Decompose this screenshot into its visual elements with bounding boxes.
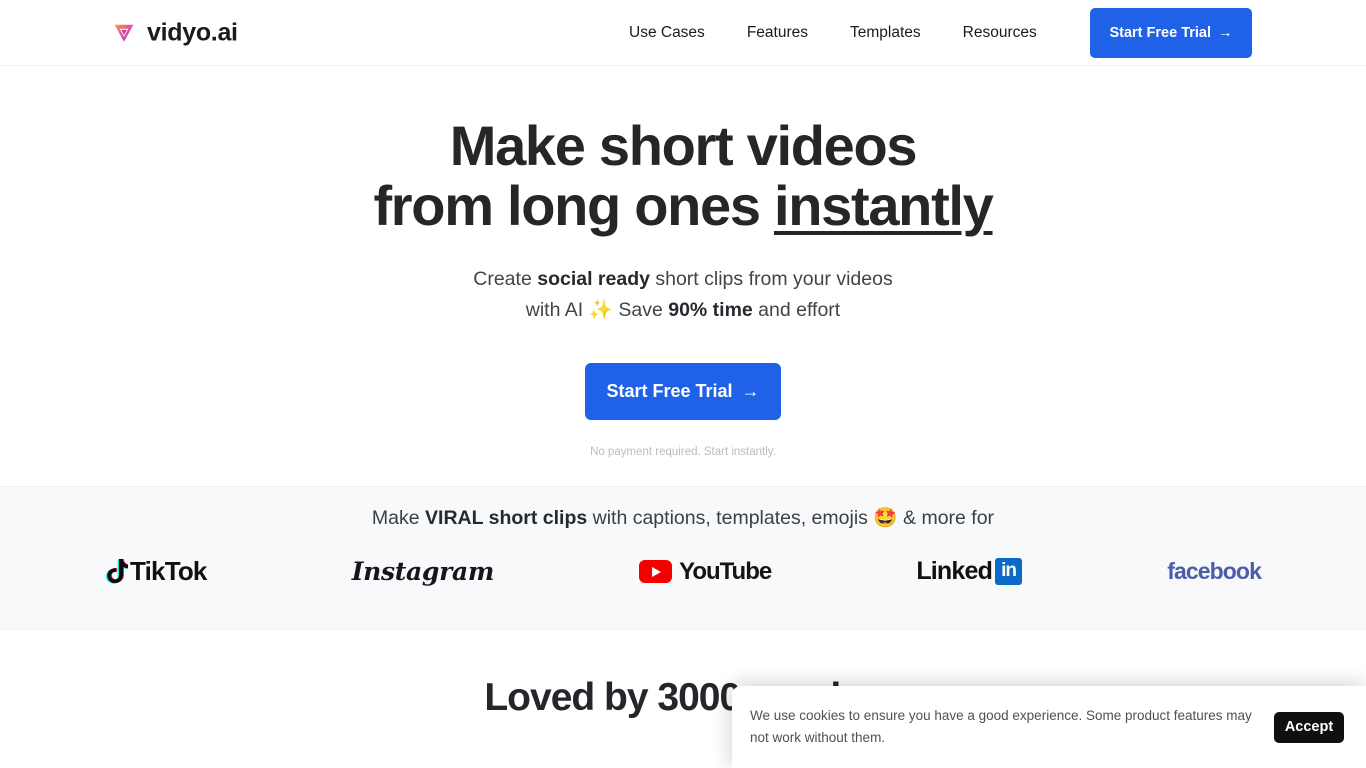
social-platforms-band: Make VIRAL short clips with captions, te… (0, 486, 1366, 630)
tiktok-note-icon (105, 558, 128, 584)
headline-line-1: Make short videos (449, 114, 918, 177)
cookie-accept-button[interactable]: Accept (1274, 711, 1344, 743)
main-nav: Use Cases Features Templates Resources (629, 24, 1037, 42)
band-text-1: Make (371, 507, 426, 529)
platform-logo-youtube: YouTube (639, 557, 772, 586)
no-payment-note: No payment required. Start instantly. (590, 446, 776, 459)
tiktok-logo: TikTok (105, 556, 207, 587)
nav-item-templates[interactable]: Templates (850, 24, 921, 42)
star-struck-emoji-icon: 🤩 (873, 507, 898, 529)
subhead-text-1: Create (473, 267, 538, 290)
band-title: Make VIRAL short clips with captions, te… (0, 506, 1366, 530)
hero-section: Make short videos from long ones instant… (0, 66, 1366, 486)
subhead-bold-social-ready: social ready (537, 267, 650, 290)
hero-subheadline: Create social ready short clips from you… (0, 264, 1366, 326)
headline-underlined-word: instantly (773, 173, 994, 237)
platform-logo-instagram: Instagram (351, 557, 495, 586)
subhead-text-4: Save (612, 298, 669, 321)
nav-item-use-cases[interactable]: Use Cases (629, 24, 705, 42)
subhead-text-5: and effort (752, 298, 841, 321)
site-header: vidyo.ai Use Cases Features Templates Re… (0, 0, 1366, 66)
sparkles-icon: ✨ (588, 298, 613, 321)
landing-page: vidyo.ai Use Cases Features Templates Re… (0, 0, 1366, 768)
headline-line-2-prefix: from long ones (373, 173, 774, 237)
band-text-2: with captions, templates, emojis (587, 507, 874, 529)
arrow-right-icon: → (1218, 24, 1233, 41)
cookie-message: We use cookies to ensure you have a good… (750, 708, 1252, 745)
arrow-right-icon: → (741, 381, 760, 402)
page-title: Make short videos from long ones instant… (0, 116, 1366, 236)
subhead-bold-90-percent: 90% time (668, 298, 753, 321)
platform-logo-tiktok: TikTok (105, 556, 207, 587)
band-text-3: & more for (897, 507, 995, 529)
instagram-label: Instagram (351, 557, 495, 586)
tiktok-label: TikTok (130, 556, 207, 586)
vidyo-triangle-logo-icon (114, 24, 134, 42)
cookie-consent-banner: We use cookies to ensure you have a good… (732, 686, 1366, 768)
linkedin-label: Linked (916, 557, 993, 585)
nav-item-resources[interactable]: Resources (963, 24, 1037, 42)
facebook-label: facebook (1167, 558, 1262, 584)
nav-item-features[interactable]: Features (747, 24, 808, 42)
platform-logo-row: TikTok Instagram YouTube Linked in faceb… (0, 556, 1366, 587)
header-start-free-trial-button[interactable]: Start Free Trial → (1090, 7, 1252, 58)
linkedin-in-badge-icon: in (995, 558, 1023, 585)
platform-logo-linkedin: Linked in (916, 557, 1023, 586)
header-cta-label: Start Free Trial (1109, 24, 1212, 41)
platform-logo-facebook: facebook (1167, 558, 1262, 585)
brand-logo-link[interactable]: vidyo.ai (112, 18, 238, 47)
linkedin-logo: Linked in (916, 557, 1023, 586)
hero-cta-label: Start Free Trial (606, 381, 733, 402)
youtube-play-badge-icon (639, 560, 673, 583)
youtube-label: YouTube (679, 557, 772, 585)
hero-start-free-trial-button[interactable]: Start Free Trial → (585, 363, 781, 421)
subhead-text-2: short clips from your videos (649, 267, 893, 290)
brand-name: vidyo.ai (147, 18, 238, 46)
subhead-text-3: with AI (525, 298, 589, 321)
band-bold-viral-short-clips: VIRAL short clips (425, 507, 588, 529)
youtube-logo: YouTube (639, 557, 772, 586)
